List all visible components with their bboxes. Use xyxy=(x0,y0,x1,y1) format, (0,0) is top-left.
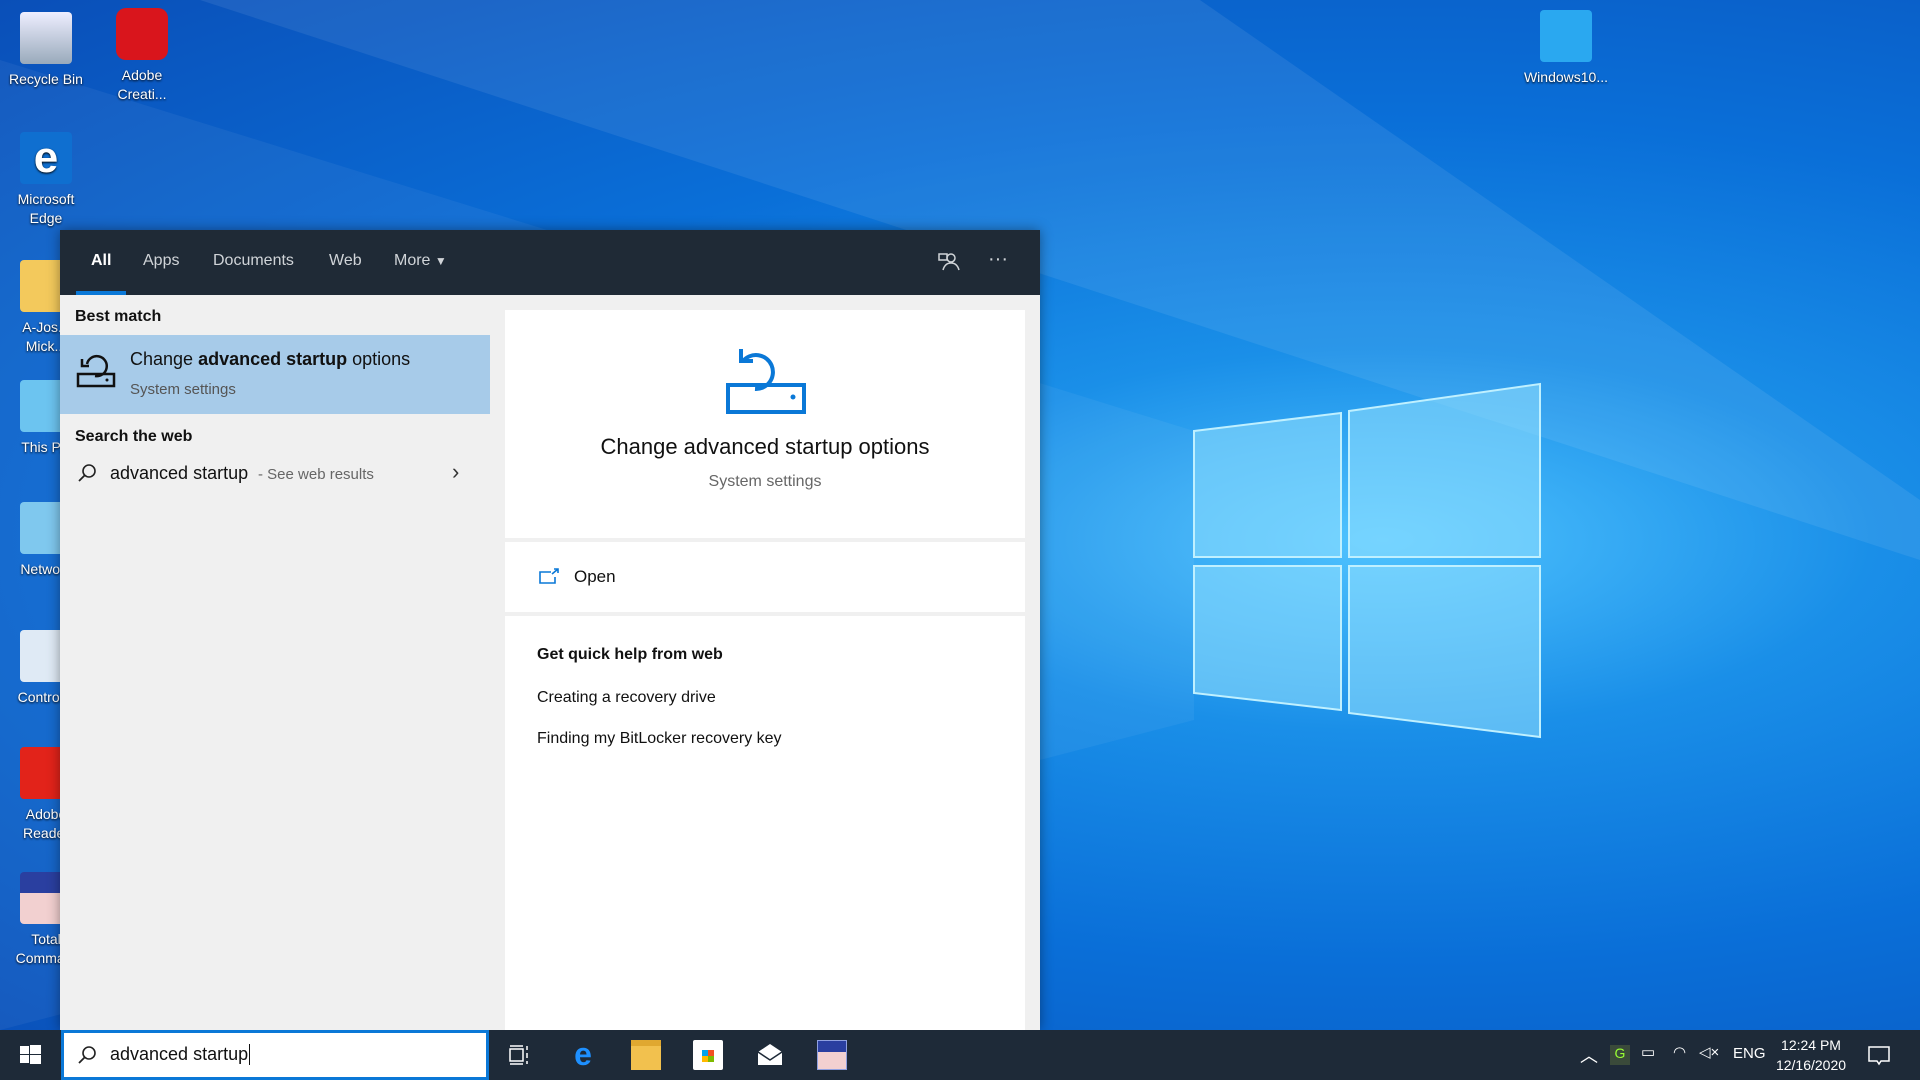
best-match-title: Change advanced startup options xyxy=(130,349,411,369)
edge-taskbar-icon[interactable]: e xyxy=(568,1038,598,1070)
task-view-icon[interactable] xyxy=(505,1040,535,1070)
start-button[interactable] xyxy=(15,1040,45,1070)
tab-all[interactable]: All xyxy=(91,252,111,270)
search-web-heading: Search the web xyxy=(75,428,193,445)
open-label: Open xyxy=(574,567,616,586)
desktop-icon-recycle-bin[interactable]: Recycle Bin xyxy=(1,12,91,89)
best-match-result[interactable]: Change advanced startup options System s… xyxy=(60,335,490,414)
tab-more[interactable]: More ▼ xyxy=(394,252,447,270)
help-link[interactable]: Finding my BitLocker recovery key xyxy=(537,730,782,748)
show-hidden-icons-chevron[interactable]: ︿ xyxy=(1580,1042,1598,1068)
web-suffix: - See web results xyxy=(258,466,374,483)
help-link[interactable]: Creating a recovery drive xyxy=(537,689,716,707)
time: 12:24 PM xyxy=(1781,1037,1841,1053)
help-heading: Get quick help from web xyxy=(537,646,723,663)
best-match-subtitle: System settings xyxy=(130,381,236,398)
quick-help: Get quick help from web Creating a recov… xyxy=(505,616,1025,1030)
search-panel: All Apps Documents Web More ▼ ··· Best m… xyxy=(60,230,1040,1030)
chevron-right-icon: › xyxy=(452,459,460,484)
best-match-heading: Best match xyxy=(75,308,162,325)
results-list: Best match Change advanced startup optio… xyxy=(60,295,490,1030)
total-commander-taskbar-icon[interactable] xyxy=(817,1040,847,1070)
desktop-icon-adobe-creative[interactable]: Adobe Creati... xyxy=(97,8,187,104)
search-input[interactable]: advanced startup xyxy=(110,1044,251,1065)
taskbar-search-box[interactable]: advanced startup xyxy=(61,1030,489,1080)
windows-update-icon xyxy=(1540,10,1592,62)
mail-icon[interactable] xyxy=(755,1040,785,1070)
preview-subtitle: System settings xyxy=(708,473,822,490)
windows-logo-wallpaper xyxy=(1193,382,1541,739)
tab-more-label: More xyxy=(394,252,431,269)
battery-icon[interactable]: ▭ xyxy=(1641,1043,1655,1061)
tab-documents[interactable]: Documents xyxy=(213,252,294,270)
preview-pane: Change advanced startup options System s… xyxy=(505,310,1025,1030)
preview-header: Change advanced startup options System s… xyxy=(505,310,1025,538)
tab-apps[interactable]: Apps xyxy=(143,252,179,270)
volume-muted-icon[interactable]: ◁× xyxy=(1699,1043,1719,1061)
store-icon[interactable] xyxy=(693,1040,723,1070)
startup-options-icon xyxy=(76,354,116,388)
feedback-icon[interactable] xyxy=(937,250,961,274)
open-action[interactable]: Open xyxy=(505,542,1025,612)
web-query: advanced startup xyxy=(110,463,249,483)
search-tabs-header: All Apps Documents Web More ▼ ··· xyxy=(60,230,1040,295)
clock[interactable]: 12:24 PM 12/16/2020 xyxy=(1768,1035,1854,1075)
language-indicator[interactable]: ENG xyxy=(1733,1045,1766,1062)
icon-label: Adobe Creati... xyxy=(117,67,167,102)
icon-label: Recycle Bin xyxy=(9,71,83,87)
taskbar: advanced startup e ︿ G ▭ ◠ ◁× ENG 12:24 … xyxy=(0,1030,1920,1080)
edge-icon: e xyxy=(20,132,72,184)
date: 12/16/2020 xyxy=(1775,1057,1847,1073)
more-options-button[interactable]: ··· xyxy=(988,248,1008,271)
nvidia-tray-icon[interactable]: G xyxy=(1610,1045,1630,1065)
tab-web[interactable]: Web xyxy=(329,252,362,270)
search-icon xyxy=(78,1046,96,1064)
icon-label: Microsoft Edge xyxy=(17,191,75,226)
icon-label: Windows10... xyxy=(1523,69,1609,85)
action-center-icon[interactable] xyxy=(1864,1040,1894,1070)
file-explorer-icon[interactable] xyxy=(631,1040,661,1070)
preview-title: Change advanced startup options xyxy=(600,434,930,459)
wifi-icon[interactable]: ◠ xyxy=(1673,1043,1686,1061)
web-result[interactable]: advanced startup - See web results › xyxy=(60,453,490,493)
caret-down-icon: ▼ xyxy=(434,254,447,268)
startup-options-large-icon xyxy=(726,349,806,414)
search-icon xyxy=(78,464,96,482)
desktop-icon-edge[interactable]: e Microsoft Edge xyxy=(1,132,91,228)
desktop-icon-windows10[interactable]: Windows10... xyxy=(1521,10,1611,87)
open-icon xyxy=(539,568,559,584)
recycle-bin-icon xyxy=(20,12,72,64)
adobe-cc-icon xyxy=(116,8,168,60)
